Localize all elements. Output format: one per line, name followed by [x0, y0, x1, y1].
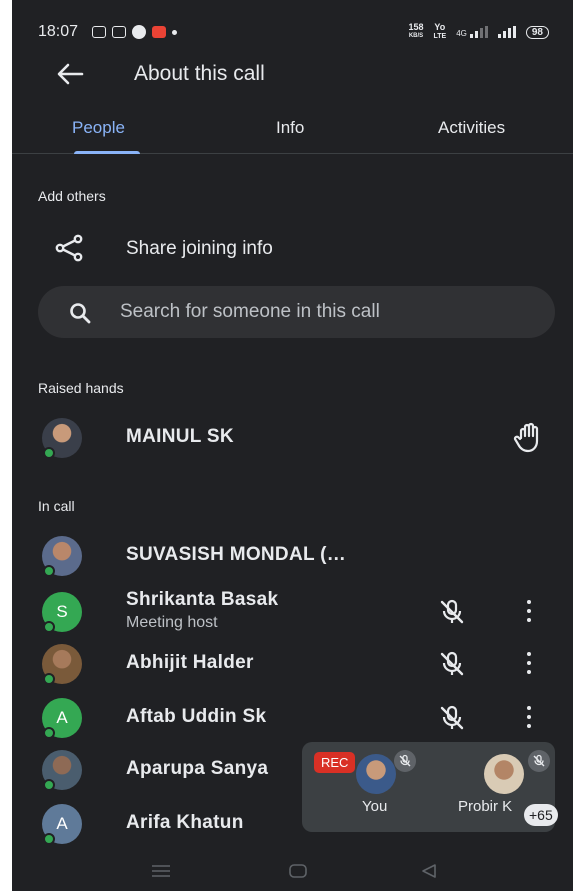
share-joining-info-label: Share joining info [126, 238, 273, 259]
recording-badge: REC [314, 752, 356, 773]
status-bar: 18:07 158 KB/S Yo LTE 4G 98 [38, 20, 549, 44]
participant-row[interactable]: Abhijit Halder [12, 644, 573, 694]
online-status-dot [43, 833, 55, 845]
more-participants-badge: +65 [524, 804, 558, 826]
search-placeholder: Search for someone in this call [120, 301, 380, 322]
more-notifications-icon [172, 29, 178, 35]
signal-bars-2-icon [497, 26, 516, 38]
participant-role: Meeting host [126, 614, 218, 631]
mic-off-icon[interactable] [438, 598, 466, 631]
tab-info[interactable]: Info [276, 118, 304, 138]
mic-off-icon[interactable] [438, 650, 466, 683]
call-details-screen: 18:07 158 KB/S Yo LTE 4G 98 About this c… [12, 0, 573, 891]
participant-name: Arifa Khatun [126, 812, 244, 833]
system-nav-bar [12, 851, 573, 891]
online-status-dot [43, 673, 55, 685]
participant-name: SUVASISH MONDAL (… [126, 544, 347, 565]
online-status-dot [43, 447, 55, 459]
search-icon [68, 301, 92, 330]
jio-icon [132, 25, 147, 39]
notification-icons [92, 25, 178, 39]
share-joining-info-button[interactable]: Share joining info [12, 226, 573, 270]
video-preview[interactable]: REC You Probir K +65 [302, 742, 558, 832]
participant-name: Shrikanta Basak [126, 589, 279, 610]
app-header: About this call [12, 56, 573, 96]
add-others-label: Add others [38, 188, 106, 204]
volte-indicator: Yo LTE [434, 23, 447, 41]
participant-name: Aparupa Sanya [126, 758, 269, 779]
participant-label: Probir K [458, 798, 513, 815]
participant-mic-off-icon [528, 750, 550, 772]
online-status-dot [43, 779, 55, 791]
cast-icon [92, 26, 107, 38]
tab-activities[interactable]: Activities [438, 118, 505, 138]
more-options-icon[interactable] [526, 652, 532, 674]
in-call-label: In call [38, 498, 75, 514]
participant-row[interactable]: A Aftab Uddin Sk [12, 698, 573, 748]
participant-name: Aftab Uddin Sk [126, 706, 267, 727]
tab-bar: People Info Activities [12, 110, 573, 154]
volte-bottom: LTE [433, 33, 447, 40]
raised-hand-icon[interactable] [512, 420, 546, 459]
raised-hands-label: Raised hands [38, 380, 124, 396]
online-status-dot [43, 565, 55, 577]
recents-icon[interactable] [150, 863, 172, 884]
active-tab-indicator [74, 151, 140, 154]
status-time: 18:07 [38, 23, 79, 40]
volte-top: Yo [434, 22, 446, 32]
home-icon[interactable] [288, 863, 308, 884]
system-icons: 158 KB/S Yo LTE 4G 98 [408, 23, 549, 41]
self-mic-off-icon [394, 750, 416, 772]
online-status-dot [43, 727, 55, 739]
search-people-field[interactable]: Search for someone in this call [38, 286, 555, 338]
participant-name: MAINUL SK [126, 426, 234, 447]
more-options-icon[interactable] [526, 706, 532, 728]
share-icon [54, 234, 84, 267]
back-nav-icon[interactable] [420, 863, 438, 884]
page-title: About this call [134, 62, 265, 85]
network-type: 4G [456, 29, 467, 38]
more-options-icon[interactable] [526, 600, 532, 622]
vi-icon [152, 26, 167, 38]
message-icon [112, 26, 127, 38]
participant-name: Abhijit Halder [126, 652, 254, 673]
online-status-dot [43, 621, 55, 633]
mic-off-icon[interactable] [438, 704, 466, 737]
signal-bars-icon [469, 26, 488, 38]
tab-people[interactable]: People [72, 118, 125, 138]
participant-video-avatar [484, 754, 524, 794]
participant-row[interactable]: SUVASISH MONDAL (… [12, 536, 573, 586]
net-speed-value: 158 [408, 22, 424, 32]
back-arrow-icon[interactable] [56, 62, 84, 93]
signal-4g: 4G [456, 26, 488, 38]
self-video-avatar [356, 754, 396, 794]
raised-hand-row[interactable]: MAINUL SK [12, 418, 573, 468]
participant-row[interactable]: S Shrikanta Basak Meeting host [12, 589, 573, 642]
self-label: You [362, 798, 388, 815]
battery-indicator: 98 [525, 25, 549, 39]
net-speed: 158 KB/S [408, 23, 423, 41]
net-speed-unit: KB/S [408, 33, 424, 39]
